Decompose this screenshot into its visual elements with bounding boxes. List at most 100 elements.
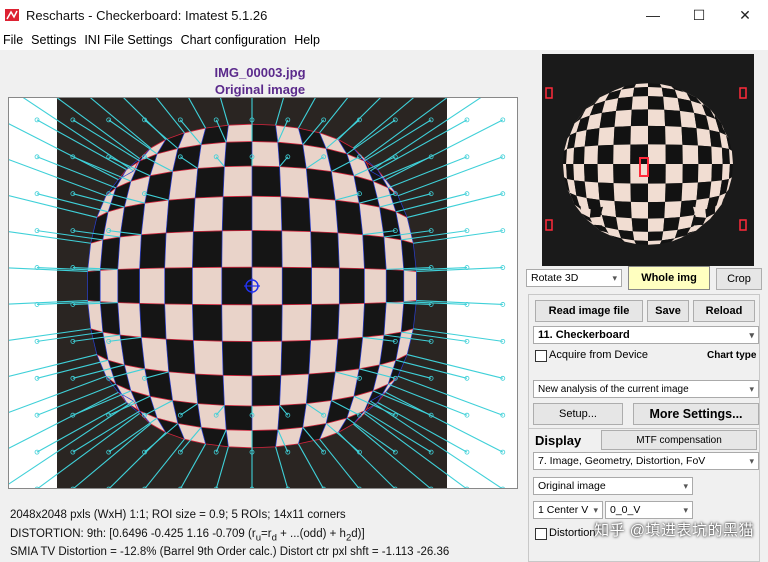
vector-origin-marker [321,486,326,488]
menu-ini-file-settings[interactable]: INI File Settings [81,33,177,47]
crop-button[interactable]: Crop [716,268,762,290]
thumbnail-checker-square [648,109,666,127]
thumbnail-checker-square [648,164,666,184]
checker-square [222,341,252,376]
roi-value: 0_0_V [610,504,641,516]
checker-square [280,196,311,232]
image-type-value: Original image [538,480,606,492]
close-button[interactable]: ✕ [722,0,768,30]
roi-marker [739,87,747,99]
vector-origin-marker [393,486,398,488]
tab-mtf-compensation[interactable]: MTF compensation [601,430,757,450]
distortion-eq-close: )] [357,528,365,540]
thumbnail-checker-square [613,144,631,164]
thumbnail-checker-square [665,126,683,145]
minimize-button[interactable]: — [630,0,676,30]
window-title: Rescharts - Checkerboard: Imatest 5.1.26 [26,7,268,23]
smia-distortion-line: SMIA TV Distortion = -12.8% (Barrel 9th … [10,546,450,558]
thumbnail-checker-square [682,144,699,164]
rotate-3d-select[interactable]: Rotate 3D ▾ [526,269,622,287]
checker-square [310,303,340,341]
checker-square [306,168,336,201]
setup-button[interactable]: Setup... [533,403,623,425]
checker-square [386,269,404,303]
checker-square [117,234,142,270]
thumbnail-checker-square [663,96,680,111]
chart-select[interactable]: 11. Checkerboard ▾ [533,326,759,344]
checker-square [197,403,227,430]
thumbnail-checker-square [584,128,600,147]
checker-square [166,197,196,233]
display-select[interactable]: 7. Image, Geometry, Distortion, FoV ▾ [533,452,759,470]
checker-square [403,270,417,302]
analysis-select[interactable]: New analysis of the current image ▾ [533,380,759,398]
chevron-down-icon: ▾ [612,272,617,283]
checker-square [281,230,312,268]
thumbnail-checker-square [631,96,648,110]
thumbnail-checker-square [630,201,648,219]
distortion-plot-svg [9,98,506,488]
checker-square [362,234,387,270]
distortion-image-plot[interactable] [8,97,518,489]
menu-help[interactable]: Help [291,33,325,47]
roi-value-select[interactable]: 0_0_V ▾ [605,501,693,519]
thumbnail-checker-square [584,145,599,164]
checker-square [252,166,281,197]
roi-select-value: 1 Center V [538,504,589,516]
thumbnail-checker-square [665,144,683,164]
checker-square [224,141,252,167]
menu-settings[interactable]: Settings [28,33,81,47]
thumbnail-checker-square [665,183,683,202]
checker-square [193,196,224,232]
distortion-coeff-text: DISTORTION: 9th: [0.6496 -0.425 1.16 -0.… [10,528,256,540]
thumbnail-checker-square [648,83,662,88]
thumbnail-checker-square [664,201,682,219]
chevron-down-icon: ▾ [749,329,754,340]
vector-origin-marker [428,486,434,488]
image-type-select[interactable]: Original image ▾ [533,477,693,495]
analysis-select-value: New analysis of the current image [538,383,689,395]
acquire-from-device-checkbox[interactable] [535,350,547,362]
thumbnail-checker-square [632,231,648,241]
checker-square [226,429,252,448]
thumbnail-checker-square [597,144,614,164]
thumbnail-checker-square [634,240,648,245]
checker-square [280,340,311,376]
thumbnail-checker-square [616,217,633,232]
checker-square [308,197,338,233]
more-settings-button[interactable]: More Settings... [633,403,759,425]
thumbnail-svg [545,83,747,245]
vector-origin-marker [178,486,183,488]
vector-origin-marker [357,486,362,488]
reload-button[interactable]: Reload [693,300,755,322]
roi-select[interactable]: 1 Center V ▾ [533,501,603,519]
menu-file[interactable]: File [0,33,28,47]
distortion-checkbox[interactable] [535,528,547,540]
checker-square [224,405,252,431]
checker-square [117,268,140,304]
maximize-button[interactable]: ☐ [676,0,722,30]
whole-img-button[interactable]: Whole img [628,266,710,290]
thumbnail-checker-square [648,144,666,164]
checker-square [339,268,365,304]
save-button[interactable]: Save [647,300,689,322]
thumbnail-checker-square [648,218,665,232]
checker-square [100,301,120,335]
checker-square [277,403,307,430]
menu-chart-configuration[interactable]: Chart configuration [178,33,292,47]
thumbnail-image[interactable] [542,54,754,266]
title-bar: Rescharts - Checkerboard: Imatest 5.1.26… [0,0,768,30]
tab-display[interactable]: Display [535,433,581,448]
thumbnail-checker-square [584,164,599,183]
checker-square [164,231,194,269]
checker-square [141,337,169,372]
thumbnail-checker-square [663,217,680,232]
checker-square [252,304,283,342]
checker-square [252,429,278,448]
chevron-down-icon: ▾ [683,504,688,515]
read-image-file-button[interactable]: Read image file [535,300,643,322]
checker-square [337,232,365,269]
checker-square [193,340,224,376]
checker-square [223,375,252,406]
checker-square [252,141,280,167]
